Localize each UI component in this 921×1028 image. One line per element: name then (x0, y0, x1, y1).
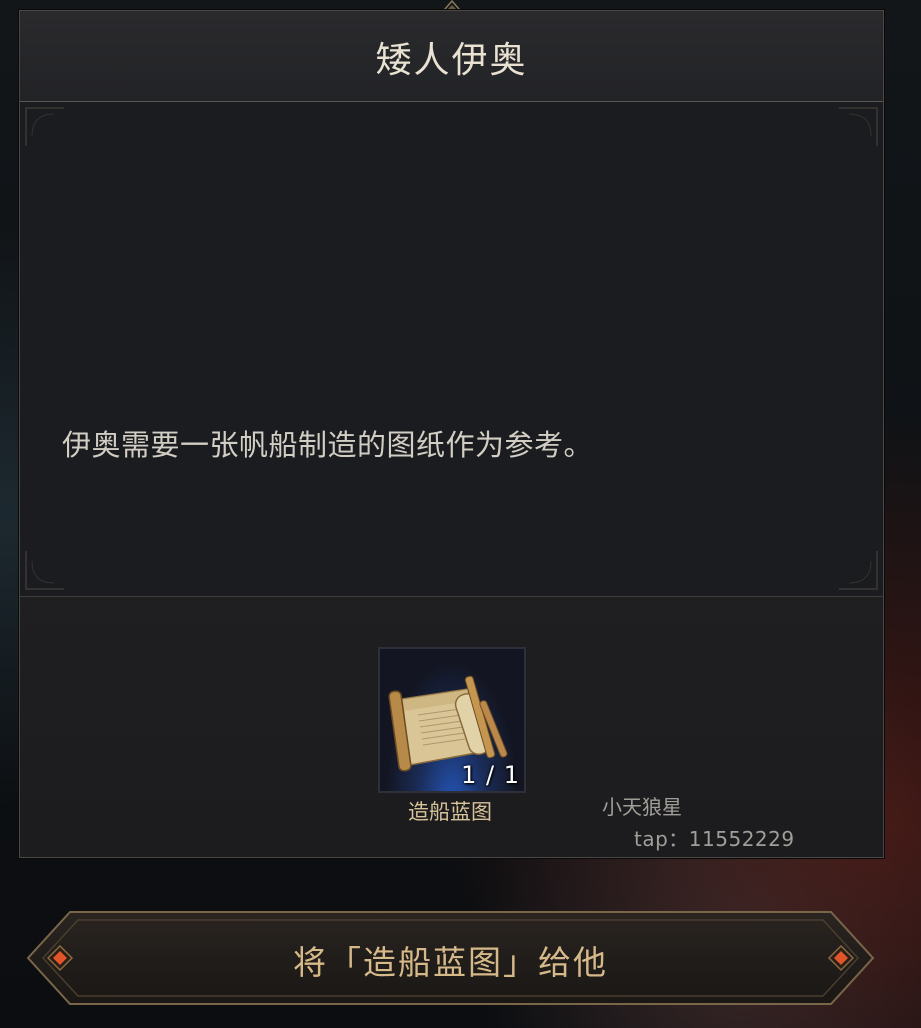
corner-ornament-icon (839, 107, 878, 146)
item-slot[interactable]: 1 / 1 (378, 647, 526, 793)
npc-name-title: 矮人伊奥 (375, 40, 528, 81)
corner-ornament-icon (25, 551, 64, 590)
give-item-button[interactable]: 将「造船蓝图」给他 (24, 908, 877, 1008)
npc-dialog: 矮人伊奥 伊奥需要一张帆船制造的图纸作为参考。 1 / 1 造船蓝图 小天狼星 … (19, 10, 884, 858)
corner-ornament-icon (839, 551, 878, 590)
dialog-body: 伊奥需要一张帆船制造的图纸作为参考。 (20, 102, 883, 595)
watermark-name: 小天狼星 (602, 795, 682, 819)
dialog-message: 伊奥需要一张帆船制造的图纸作为参考。 (62, 428, 594, 462)
watermark-id: tap：11552229 (634, 827, 795, 851)
item-count: 1 / 1 (461, 761, 520, 789)
dialog-header: 矮人伊奥 (20, 11, 883, 102)
item-name: 造船蓝图 (408, 800, 492, 824)
corner-ornament-icon (25, 107, 64, 146)
give-item-label: 将「造船蓝图」给他 (293, 943, 608, 982)
